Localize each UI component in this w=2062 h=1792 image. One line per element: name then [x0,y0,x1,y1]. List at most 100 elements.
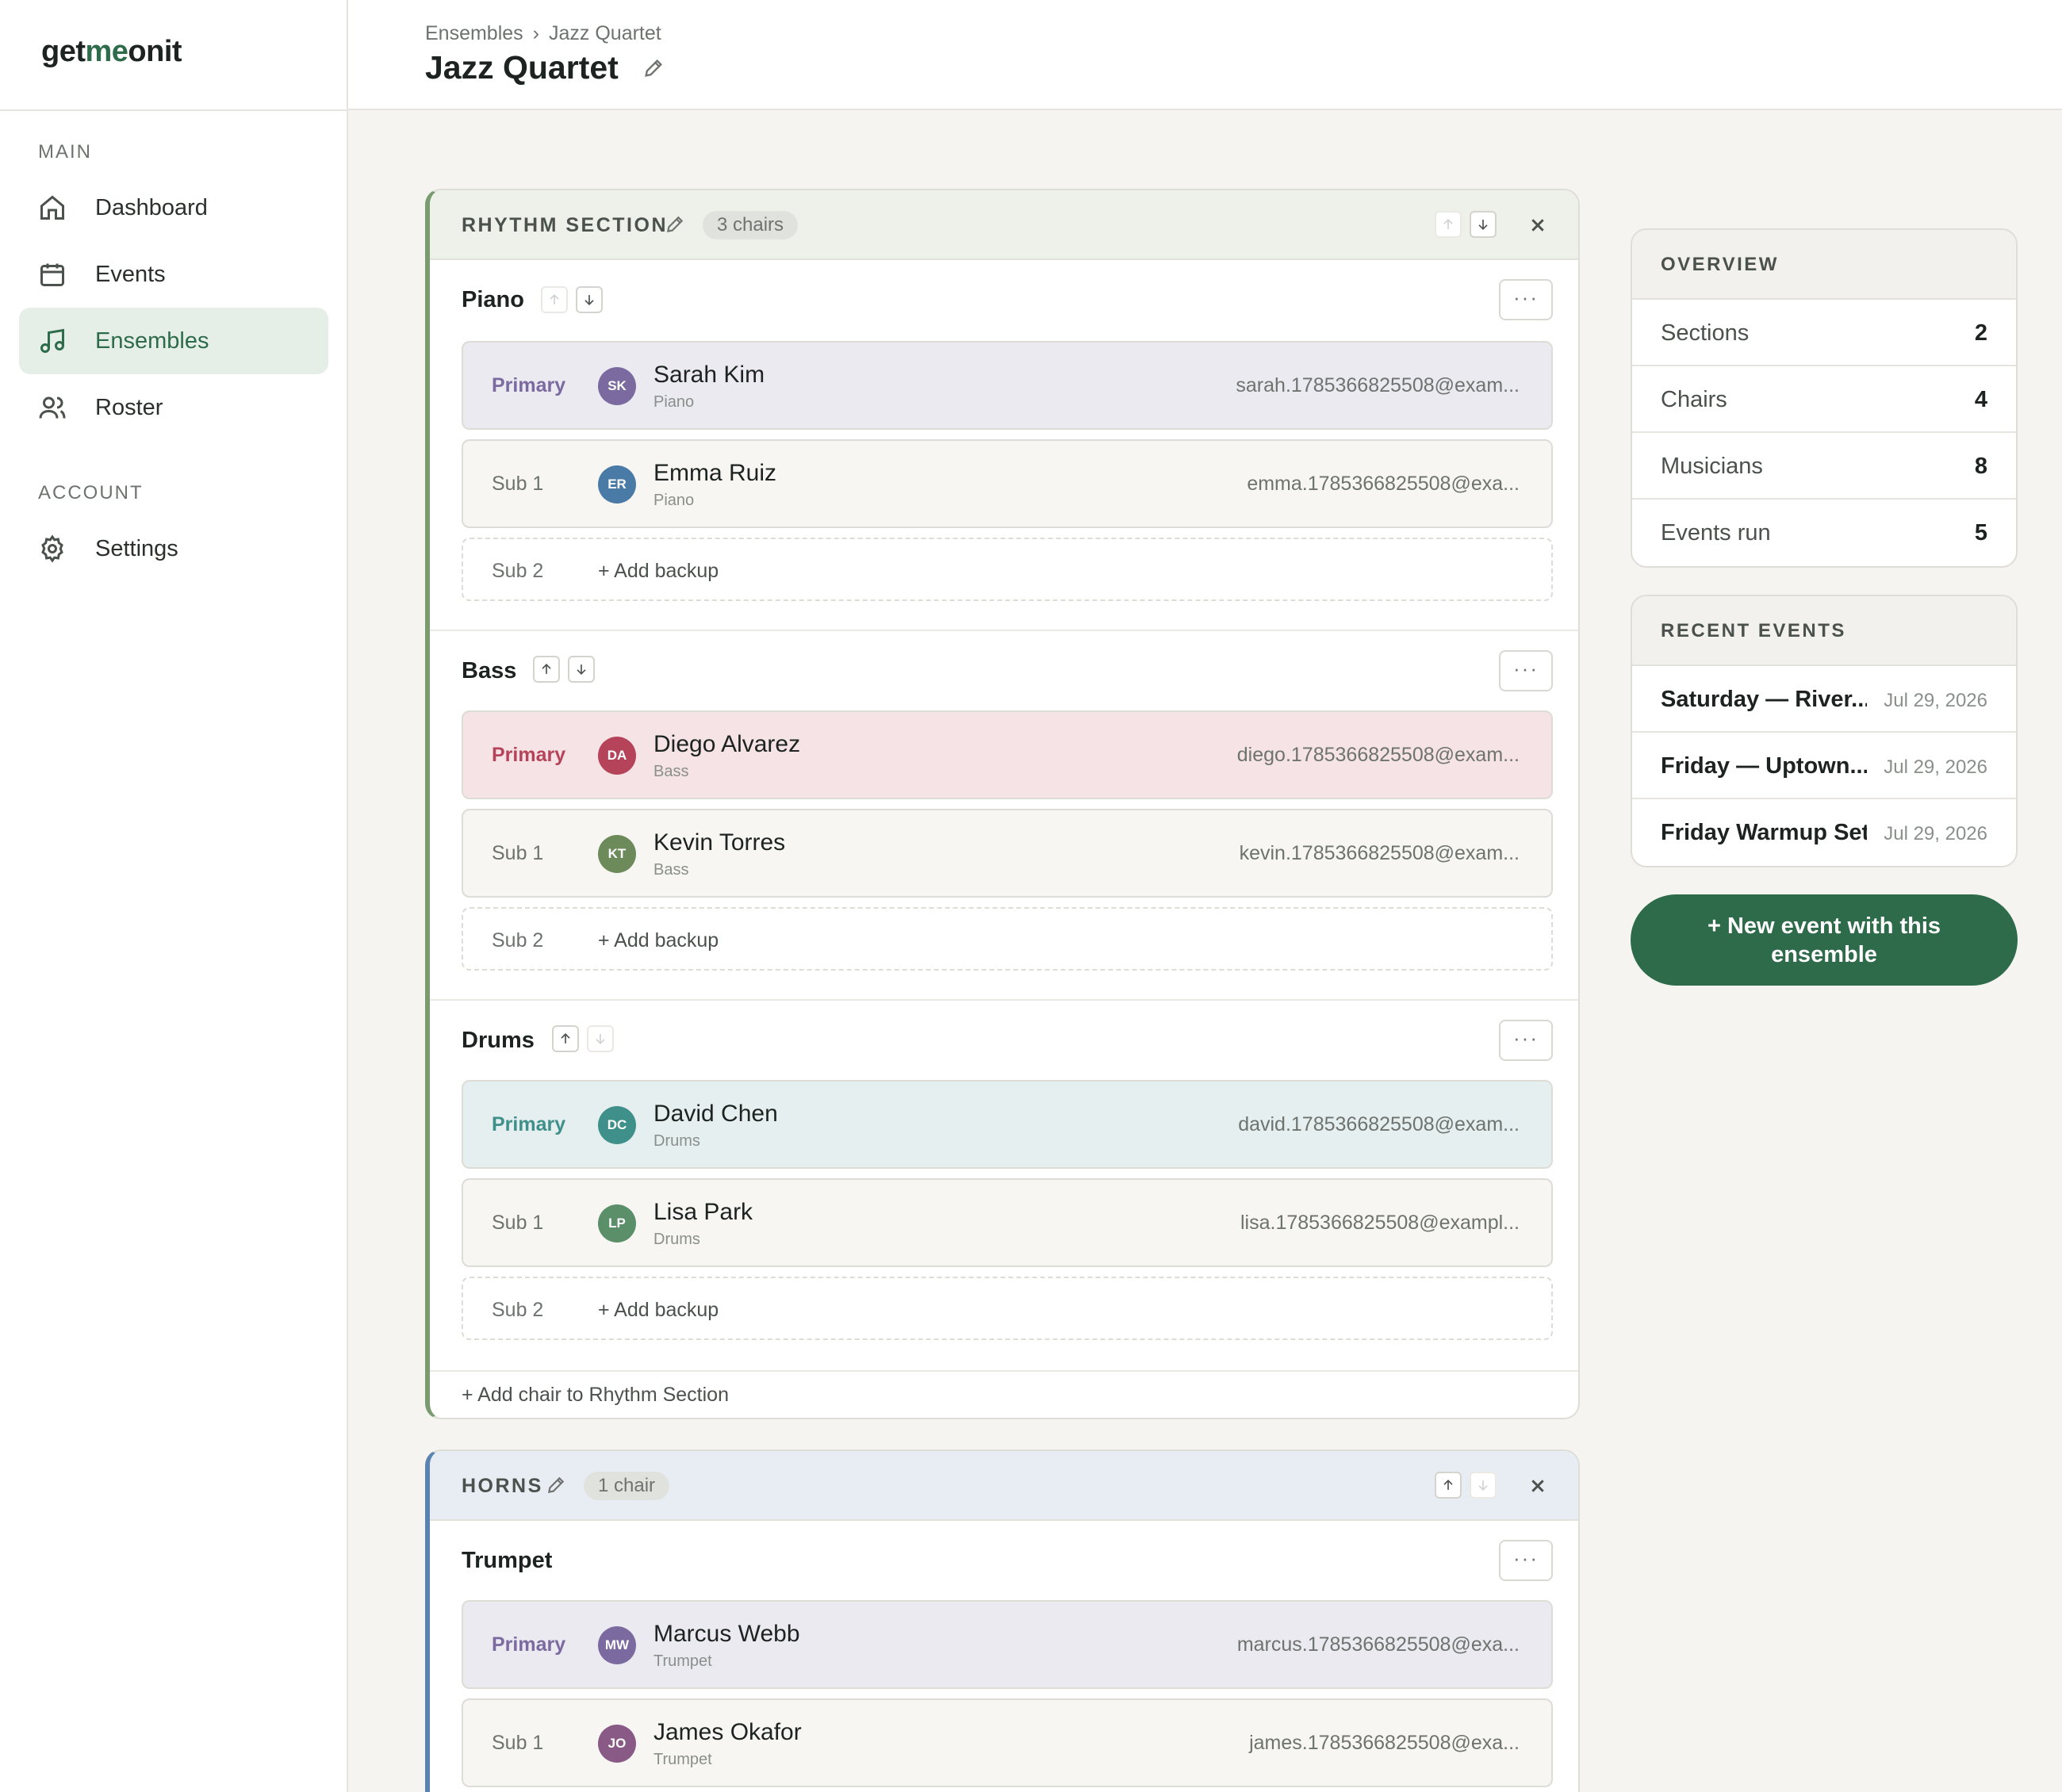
sidebar-item-roster[interactable]: Roster [19,374,328,441]
edit-section-button[interactable] [665,214,685,235]
chair-more-button[interactable]: ··· [1499,1540,1553,1581]
chair-more-button[interactable]: ··· [1499,279,1553,320]
seat-row[interactable]: Sub 1 ER Emma Ruiz Piano emma.1785366825… [462,439,1553,528]
recent-event-row[interactable]: Friday — Uptown... Jul 29, 2026 [1632,733,2016,799]
move-chair-up-button[interactable] [533,656,560,683]
edit-title-button[interactable] [642,57,665,79]
musician-email: kevin.1785366825508@exam... [1239,842,1520,864]
seat-role-label: Sub 1 [492,842,544,864]
seat-row[interactable]: Primary DC David Chen Drums david.178536… [462,1080,1553,1169]
app-logo[interactable]: getmeonit [41,35,182,69]
chair-divider [430,630,1578,631]
overview-row: Chairs 4 [1632,366,2016,433]
sidebar-item-dashboard[interactable]: Dashboard [19,174,328,241]
seat-row[interactable]: Sub 1 KT Kevin Torres Bass kevin.1785366… [462,809,1553,898]
arrow-down-icon [1478,220,1488,231]
move-section-up-button[interactable] [1435,1472,1462,1499]
musician-name[interactable]: Lisa Park [653,1199,753,1226]
musician-name[interactable]: Marcus Webb [653,1621,800,1648]
arrow-down-icon [596,1034,605,1045]
move-section-down-button[interactable] [1470,1472,1497,1499]
move-chair-down-button[interactable] [576,286,603,313]
musician-instrument: Piano [653,393,695,411]
chair-count-badge: 3 chairs [703,211,799,239]
seat-role-label: Primary [492,374,566,396]
avatar: ER [598,465,636,504]
section-horns: HORNS 1 chair Trumpet ··· Primary MW Mar… [425,1449,1580,1792]
stat-value: 5 [1974,520,1987,546]
overview-row: Events run 5 [1632,500,2016,566]
musician-email: sarah.1785366825508@exam... [1236,374,1520,396]
recent-event-row[interactable]: Friday Warmup Set Jul 29, 2026 [1632,799,2016,866]
move-section-down-button[interactable] [1470,211,1497,238]
add-chair-button[interactable]: + Add chair to Rhythm Section [462,1384,729,1407]
section-title: RHYTHM SECTION [462,214,668,236]
seat-row[interactable]: Primary DA Diego Alvarez Bass diego.1785… [462,710,1553,799]
event-name: Saturday — River... [1661,687,1867,712]
chair-more-button[interactable]: ··· [1499,1020,1553,1061]
calendar-icon [40,263,64,286]
page-title: Jazz Quartet [425,49,619,86]
chair-title-bass: Bass [462,658,517,683]
avatar: SK [598,367,636,405]
move-chair-down-button[interactable] [568,656,595,683]
overview-row: Sections 2 [1632,300,2016,366]
sidebar-item-label: Roster [95,394,163,420]
chair-title-drums: Drums [462,1028,535,1053]
musician-name[interactable]: James Okafor [653,1719,802,1746]
avatar: KT [598,835,636,873]
add-backup-button[interactable]: + Add backup [598,929,719,952]
sidebar-divider [0,109,348,111]
stat-label: Sections [1661,320,1750,346]
move-chair-down-button[interactable] [587,1025,614,1052]
add-backup-button[interactable]: + Add backup [598,1299,719,1322]
recent-event-row[interactable]: Saturday — River... Jul 29, 2026 [1632,666,2016,733]
event-name: Friday — Uptown... [1661,753,1867,779]
users-icon [39,396,66,419]
pencil-icon [666,216,684,233]
pencil-icon [547,1476,565,1494]
new-event-button[interactable]: + New event with this ensemble [1631,894,2018,986]
sidebar-item-label: Ensembles [95,327,209,354]
musician-name[interactable]: Diego Alvarez [653,731,800,758]
seat-role-label: Sub 1 [492,1732,544,1754]
seat-row[interactable]: Primary MW Marcus Webb Trumpet marcus.17… [462,1600,1553,1689]
music-note-icon [40,328,64,353]
move-section-up-button[interactable] [1435,211,1462,238]
remove-section-button[interactable] [1525,1473,1550,1499]
overview-card: OVERVIEW Sections 2 Chairs 4 Musicians 8 Ev… [1631,228,2018,568]
musician-name[interactable]: Emma Ruiz [653,460,776,487]
move-chair-up-button[interactable] [541,286,568,313]
breadcrumb-current: Jazz Quartet [549,22,661,44]
move-chair-up-button[interactable] [552,1025,579,1052]
sidebar: getmeonit MAIN Dashboard Events Ensemble… [0,0,348,1792]
musician-name[interactable]: Sarah Kim [653,362,765,389]
sidebar-group-main-label: MAIN [38,141,92,163]
sidebar-item-label: Events [95,261,166,287]
empty-seat-row: Sub 2 + Add backup [462,1277,1553,1340]
sidebar-item-label: Settings [95,535,178,561]
sidebar-group-account-label: ACCOUNT [38,482,144,504]
arrow-up-icon [542,663,551,674]
chair-more-button[interactable]: ··· [1499,650,1553,691]
chair-divider [430,1370,1578,1372]
musician-email: diego.1785366825508@exam... [1236,744,1520,766]
avatar: DA [598,737,636,775]
musician-name[interactable]: David Chen [653,1101,778,1128]
seat-row[interactable]: Sub 1 LP Lisa Park Drums lisa.1785366825… [462,1178,1553,1267]
chair-title-piano: Piano [462,287,524,312]
sidebar-item-events[interactable]: Events [19,241,328,308]
seat-row[interactable]: Primary SK Sarah Kim Piano sarah.1785366… [462,341,1553,430]
section-rhythm: RHYTHM SECTION 3 chairs Piano ··· Primar… [425,189,1580,1419]
edit-section-button[interactable] [546,1475,566,1495]
section-title: HORNS [462,1475,543,1497]
musician-name[interactable]: Kevin Torres [653,829,785,856]
breadcrumb-link-ensembles[interactable]: Ensembles [425,22,523,44]
seat-role-label: Primary [492,1113,566,1135]
sidebar-item-settings[interactable]: Settings [19,515,328,582]
remove-section-button[interactable] [1525,213,1550,238]
sidebar-item-ensembles[interactable]: Ensembles [19,308,328,374]
seat-role-label: Sub 2 [492,560,544,582]
seat-row[interactable]: Sub 1 JO James Okafor Trumpet james.1785… [462,1698,1553,1787]
add-backup-button[interactable]: + Add backup [598,560,719,583]
